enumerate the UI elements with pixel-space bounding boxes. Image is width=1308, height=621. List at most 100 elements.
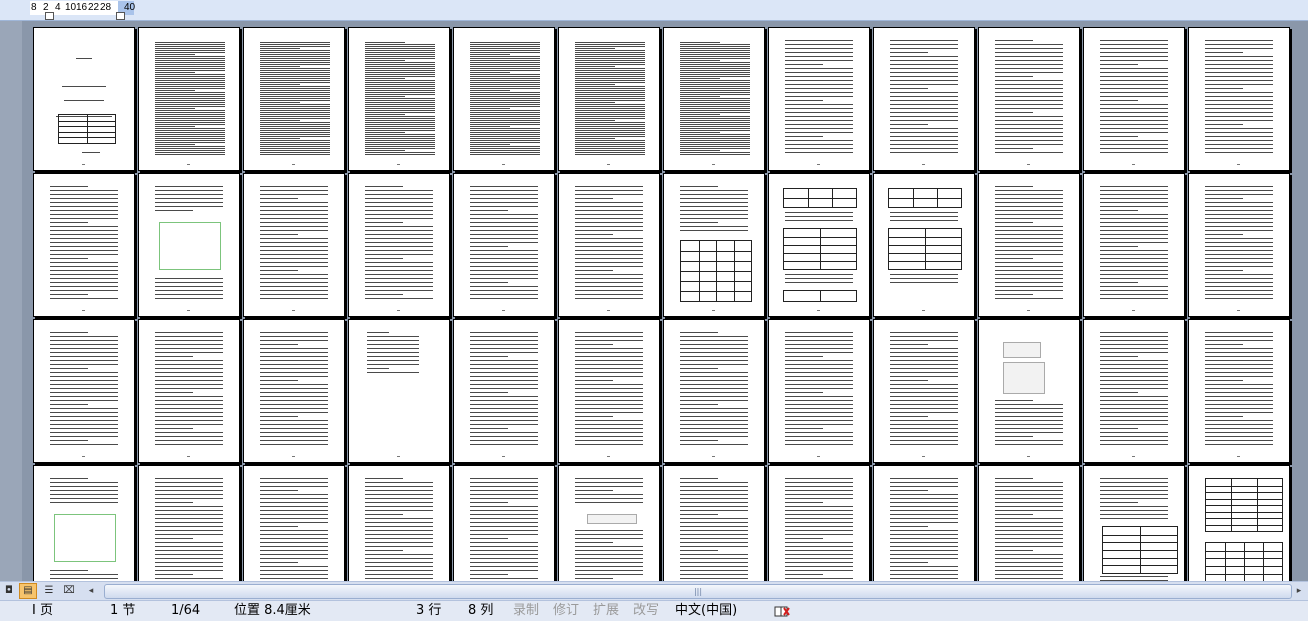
scroll-right-arrow-icon[interactable]: ▸ bbox=[1292, 583, 1306, 599]
page-thumbnail[interactable] bbox=[558, 173, 660, 317]
status-line[interactable]: 3 行 bbox=[416, 601, 441, 621]
page-thumbnail[interactable] bbox=[33, 27, 135, 171]
page-thumbnail[interactable] bbox=[1188, 27, 1290, 171]
spelling-check-book-icon[interactable] bbox=[774, 605, 790, 617]
text-line bbox=[1205, 214, 1273, 215]
page-thumbnail[interactable] bbox=[348, 319, 450, 463]
page-thumbnail[interactable] bbox=[558, 27, 660, 171]
page-thumbnail[interactable] bbox=[348, 27, 450, 171]
page-thumbnail[interactable] bbox=[138, 27, 240, 171]
left-indent-marker[interactable] bbox=[45, 12, 54, 20]
text-line bbox=[470, 424, 538, 425]
page-thumbnail[interactable] bbox=[663, 27, 765, 171]
page-thumbnail[interactable] bbox=[873, 27, 975, 171]
reading-view-button[interactable]: ⌧ bbox=[60, 583, 78, 599]
page-thumbnail[interactable] bbox=[243, 465, 345, 581]
text-line bbox=[470, 242, 538, 243]
page-thumbnail[interactable] bbox=[663, 465, 765, 581]
status-page[interactable]: I 页 bbox=[32, 601, 53, 621]
workspace-left-margin bbox=[0, 21, 22, 581]
page-thumbnail[interactable] bbox=[558, 465, 660, 581]
page-thumbnail[interactable] bbox=[558, 319, 660, 463]
status-record-macro[interactable]: 录制 bbox=[513, 601, 539, 621]
status-page-count[interactable]: 1/64 bbox=[171, 601, 200, 621]
page-thumbnail[interactable] bbox=[768, 319, 870, 463]
page-thumbnail[interactable] bbox=[978, 27, 1080, 171]
status-position[interactable]: 位置 8.4厘米 bbox=[234, 601, 311, 621]
page-thumbnail[interactable] bbox=[768, 173, 870, 317]
page-thumbnail[interactable] bbox=[978, 319, 1080, 463]
text-line bbox=[1100, 148, 1168, 149]
page-thumbnail[interactable] bbox=[243, 319, 345, 463]
text-line bbox=[995, 282, 1063, 283]
page-thumbnail[interactable] bbox=[873, 465, 975, 581]
page-thumbnail[interactable] bbox=[978, 465, 1080, 581]
status-extend-selection[interactable]: 扩展 bbox=[593, 601, 619, 621]
page-thumbnail[interactable] bbox=[453, 319, 555, 463]
status-bar: I 页 1 节 1/64 位置 8.4厘米 3 行 8 列 录制 修订 扩展 改… bbox=[0, 600, 1308, 621]
page-thumbnail[interactable] bbox=[873, 173, 975, 317]
status-language[interactable]: 中文(中国) bbox=[675, 601, 737, 621]
scroll-left-arrow-icon[interactable]: ◂ bbox=[84, 583, 98, 599]
text-line bbox=[995, 550, 1033, 551]
page-thumbnail[interactable] bbox=[138, 465, 240, 581]
text-line bbox=[995, 404, 1063, 405]
text-line bbox=[1205, 190, 1273, 191]
text-line bbox=[155, 68, 225, 69]
page-thumbnail[interactable] bbox=[348, 465, 450, 581]
page-thumbnail[interactable] bbox=[1083, 465, 1185, 581]
page-thumbnail[interactable] bbox=[1188, 173, 1290, 317]
outline-view-button[interactable]: ☰ bbox=[40, 583, 58, 599]
page-thumbnail[interactable] bbox=[1083, 173, 1185, 317]
page-thumbnail[interactable] bbox=[453, 27, 555, 171]
page-thumbnail[interactable] bbox=[138, 173, 240, 317]
page-thumbnail[interactable] bbox=[663, 319, 765, 463]
page-thumbnail[interactable] bbox=[348, 173, 450, 317]
page-thumbnail[interactable] bbox=[33, 173, 135, 317]
status-track-changes[interactable]: 修订 bbox=[553, 601, 579, 621]
print-layout-view-button[interactable]: ▤ bbox=[19, 583, 37, 599]
page-thumbnail[interactable] bbox=[1083, 319, 1185, 463]
text-line bbox=[260, 550, 328, 551]
page-thumbnail[interactable] bbox=[1188, 465, 1290, 581]
text-line bbox=[155, 50, 225, 51]
page-number-mark bbox=[922, 456, 925, 457]
horizontal-scrollbar[interactable]: ◘ ▤ ☰ ⌧ ◂ ||| ▸ bbox=[0, 581, 1308, 600]
normal-view-button[interactable]: ◘ bbox=[0, 583, 18, 599]
horizontal-ruler[interactable]: 8 2 4 10 16 22 28 40 bbox=[0, 0, 1308, 21]
page-thumbnail[interactable] bbox=[1083, 27, 1185, 171]
scroll-thumb[interactable]: ||| bbox=[104, 584, 1292, 599]
page-thumbnail[interactable] bbox=[768, 465, 870, 581]
page-thumbnail[interactable] bbox=[978, 173, 1080, 317]
page-thumbnail[interactable] bbox=[453, 465, 555, 581]
status-overtype[interactable]: 改写 bbox=[633, 601, 659, 621]
text-line bbox=[470, 144, 510, 145]
page-thumbnail[interactable] bbox=[1188, 319, 1290, 463]
page-thumbnail[interactable] bbox=[243, 173, 345, 317]
page-thumbnail[interactable] bbox=[453, 173, 555, 317]
text-line bbox=[260, 502, 328, 503]
page-thumbnail[interactable] bbox=[873, 319, 975, 463]
status-column[interactable]: 8 列 bbox=[468, 601, 493, 621]
text-line bbox=[1205, 116, 1273, 117]
document-workspace[interactable] bbox=[0, 21, 1308, 581]
page-thumbnail[interactable] bbox=[243, 27, 345, 171]
text-line bbox=[155, 142, 225, 143]
text-line bbox=[260, 530, 328, 531]
status-section[interactable]: 1 节 bbox=[110, 601, 135, 621]
text-line bbox=[155, 550, 223, 551]
text-line bbox=[995, 250, 1063, 251]
page-thumbnail[interactable] bbox=[33, 465, 135, 581]
text-line bbox=[1100, 400, 1168, 401]
text-line bbox=[155, 48, 225, 49]
page-thumbnail[interactable] bbox=[138, 319, 240, 463]
page-thumbnail[interactable] bbox=[663, 173, 765, 317]
page-thumbnail[interactable] bbox=[768, 27, 870, 171]
text-line bbox=[575, 392, 643, 393]
figure-thumbnail bbox=[1003, 362, 1045, 394]
text-line bbox=[155, 90, 195, 91]
right-indent-marker[interactable] bbox=[116, 12, 125, 20]
text-line bbox=[1100, 202, 1168, 203]
page-thumbnail[interactable] bbox=[33, 319, 135, 463]
text-line bbox=[680, 50, 750, 51]
